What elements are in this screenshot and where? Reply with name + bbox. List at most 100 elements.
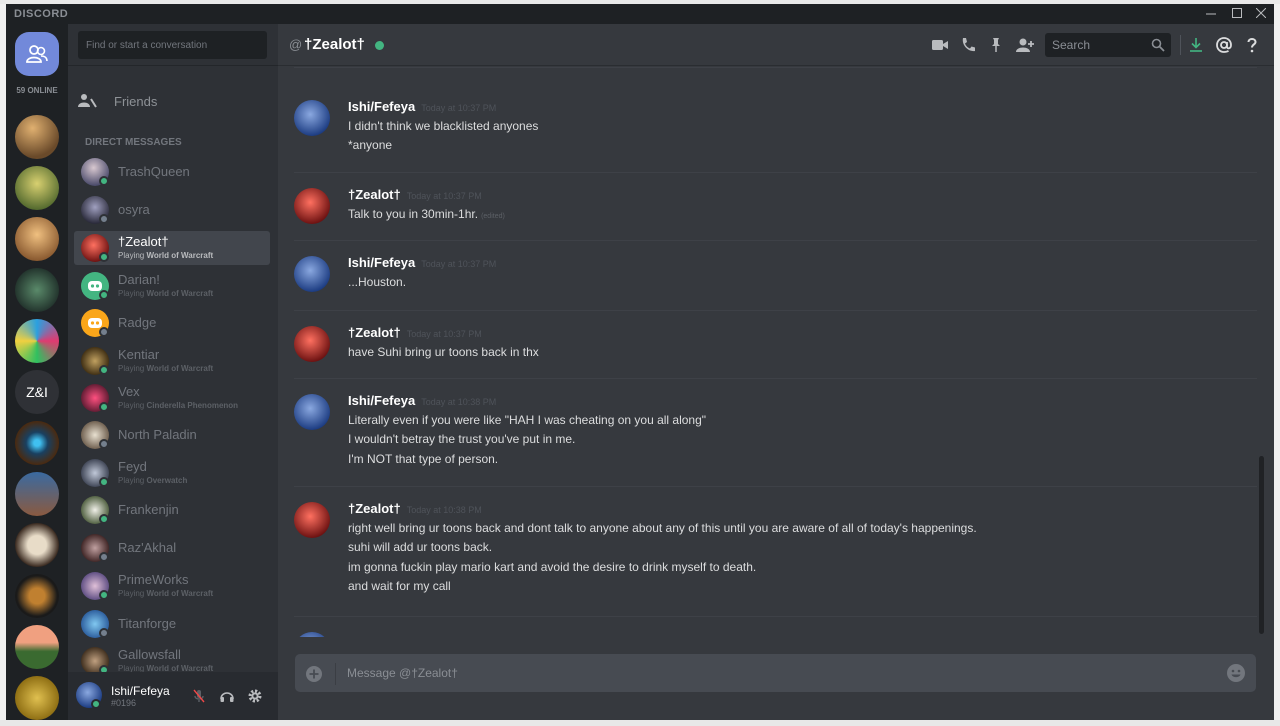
message-text: Talk to you in 30min-1hr. <box>348 207 479 221</box>
dm-item[interactable]: Radge <box>74 306 270 340</box>
message-avatar-partial[interactable] <box>294 632 330 637</box>
dm-activity-game: Overwatch <box>146 476 188 485</box>
dm-status-dot <box>99 214 109 224</box>
server-icon-10[interactable] <box>15 625 59 669</box>
dm-activity-prefix: Playing <box>118 251 145 260</box>
message-avatar[interactable] <box>294 502 330 538</box>
message-line: ...Houston. <box>348 275 406 289</box>
dm-item[interactable]: †Zealot† Playing World of Warcraft <box>74 231 270 265</box>
dm-activity-prefix: Playing <box>118 401 145 410</box>
message-line: Talk to you in 30min-1hr. (edited) <box>348 207 505 221</box>
pin-icon[interactable] <box>987 36 1005 54</box>
channel-status-dot <box>375 41 384 50</box>
dm-item[interactable]: Vex Playing Cinderella Phenomenon <box>74 381 270 415</box>
message-author[interactable]: Ishi/Fefeya <box>348 255 415 270</box>
dm-item[interactable]: TrashQueen <box>74 155 270 189</box>
message-line: Literally even if you were like "HAH I w… <box>348 413 706 427</box>
message-composer[interactable]: Message @†Zealot† <box>295 654 1256 692</box>
message-input[interactable]: Message @†Zealot† <box>347 666 458 680</box>
download-icon[interactable] <box>1187 36 1205 54</box>
message-avatar[interactable] <box>294 326 330 362</box>
mute-mic-icon[interactable] <box>191 688 207 704</box>
search-icon <box>1151 38 1165 52</box>
user-settings-gear-icon[interactable] <box>247 688 263 704</box>
message-scrollbar[interactable] <box>1259 456 1264 634</box>
dm-status-dot <box>99 477 109 487</box>
dm-activity: Playing World of Warcraft <box>118 589 213 598</box>
dm-name: Gallowsfall <box>118 647 181 662</box>
headphones-icon[interactable] <box>219 688 235 704</box>
emoji-picker-icon[interactable] <box>1226 663 1246 683</box>
dm-name: Titanforge <box>118 616 177 631</box>
server-icon-2[interactable] <box>15 166 59 210</box>
friends-nav-item[interactable]: Friends <box>78 89 268 113</box>
help-icon[interactable] <box>1243 36 1261 54</box>
video-call-icon[interactable] <box>931 36 949 54</box>
server-icon-8[interactable] <box>15 523 59 567</box>
message-text: I'm NOT that type of person. <box>348 451 499 466</box>
dm-item[interactable]: Kentiar Playing World of Warcraft <box>74 344 270 378</box>
message-text: right well bring ur toons back and dont … <box>348 521 977 535</box>
dm-item[interactable]: Darian! Playing World of Warcraft <box>74 269 270 303</box>
maximize-button[interactable] <box>1224 5 1250 23</box>
dm-item[interactable]: PrimeWorks Playing World of Warcraft <box>74 569 270 603</box>
message-text: I didn't think we blacklisted anyones <box>348 119 539 133</box>
message-avatar[interactable] <box>294 100 330 136</box>
add-friend-icon[interactable] <box>1015 36 1035 54</box>
dm-activity-game: World of Warcraft <box>146 364 214 373</box>
dm-activity: Playing World of Warcraft <box>118 289 213 298</box>
message-line: I wouldn't betray the trust you've put i… <box>348 432 575 446</box>
server-icon-4[interactable] <box>15 268 59 312</box>
dm-item[interactable]: North Paladin <box>74 418 270 452</box>
dm-divider <box>68 65 278 66</box>
search-input[interactable]: Search <box>1045 33 1171 57</box>
minimize-icon <box>1206 13 1216 15</box>
server-icon-5[interactable] <box>15 319 59 363</box>
message-author[interactable]: †Zealot† <box>348 501 401 516</box>
message-text: and wait for my call <box>348 578 451 593</box>
close-button[interactable] <box>1248 5 1274 23</box>
user-tag: #0196 <box>111 698 137 708</box>
dm-status-dot <box>99 552 109 562</box>
server-icon-1[interactable] <box>15 115 59 159</box>
server-icon-11[interactable] <box>15 676 59 720</box>
upload-plus-icon[interactable] <box>305 665 323 683</box>
message-timestamp: Today at 10:37 PM <box>406 191 482 201</box>
dm-item[interactable]: Feyd Playing Overwatch <box>74 456 270 490</box>
dm-name: Kentiar <box>118 347 160 362</box>
dm-status-dot <box>99 439 109 449</box>
user-status-dot <box>91 699 101 709</box>
message-author[interactable]: Ishi/Fefeya <box>348 393 415 408</box>
message-list[interactable]: Ishi/Fefeya Today at 10:37 PM I didn't thi… <box>294 67 1257 637</box>
message-divider <box>294 67 1257 68</box>
dm-item[interactable]: Titanforge <box>74 607 270 641</box>
message-author[interactable]: †Zealot† <box>348 187 401 202</box>
mentions-icon[interactable] <box>1215 36 1233 54</box>
online-count: 59 ONLINE <box>16 86 58 95</box>
server-icon-zi[interactable]: Z&I <box>15 370 59 414</box>
message-avatar[interactable] <box>294 394 330 430</box>
server-icon-9[interactable] <box>15 574 59 618</box>
home-button[interactable] <box>15 32 59 76</box>
message-author[interactable]: Ishi/Fefeya <box>348 99 415 114</box>
message-author[interactable]: †Zealot† <box>348 325 401 340</box>
dm-search-input[interactable]: Find or start a conversation <box>78 31 267 59</box>
user-name: Ishi/Fefeya <box>111 684 170 698</box>
message-line: have Suhi bring ur toons back in thx <box>348 345 539 359</box>
message-author-row: Ishi/Fefeya Today at 10:38 PM <box>348 393 496 408</box>
dm-name: Raz'Akhal <box>118 540 177 555</box>
dm-name: †Zealot† <box>118 234 169 249</box>
dm-name: PrimeWorks <box>118 572 189 587</box>
server-icon-3[interactable] <box>15 217 59 261</box>
message-avatar[interactable] <box>294 256 330 292</box>
server-icon-7[interactable] <box>15 472 59 516</box>
message-timestamp: Today at 10:37 PM <box>421 103 497 113</box>
voice-call-icon[interactable] <box>959 36 977 54</box>
dm-item[interactable]: Raz'Akhal <box>74 531 270 565</box>
message-avatar[interactable] <box>294 188 330 224</box>
server-icon-6[interactable] <box>15 421 59 465</box>
dm-item[interactable]: osyra <box>74 193 270 227</box>
dm-item[interactable]: Frankenjin <box>74 493 270 527</box>
dm-activity: Playing Cinderella Phenomenon <box>118 401 238 410</box>
minimize-button[interactable] <box>1198 5 1224 23</box>
